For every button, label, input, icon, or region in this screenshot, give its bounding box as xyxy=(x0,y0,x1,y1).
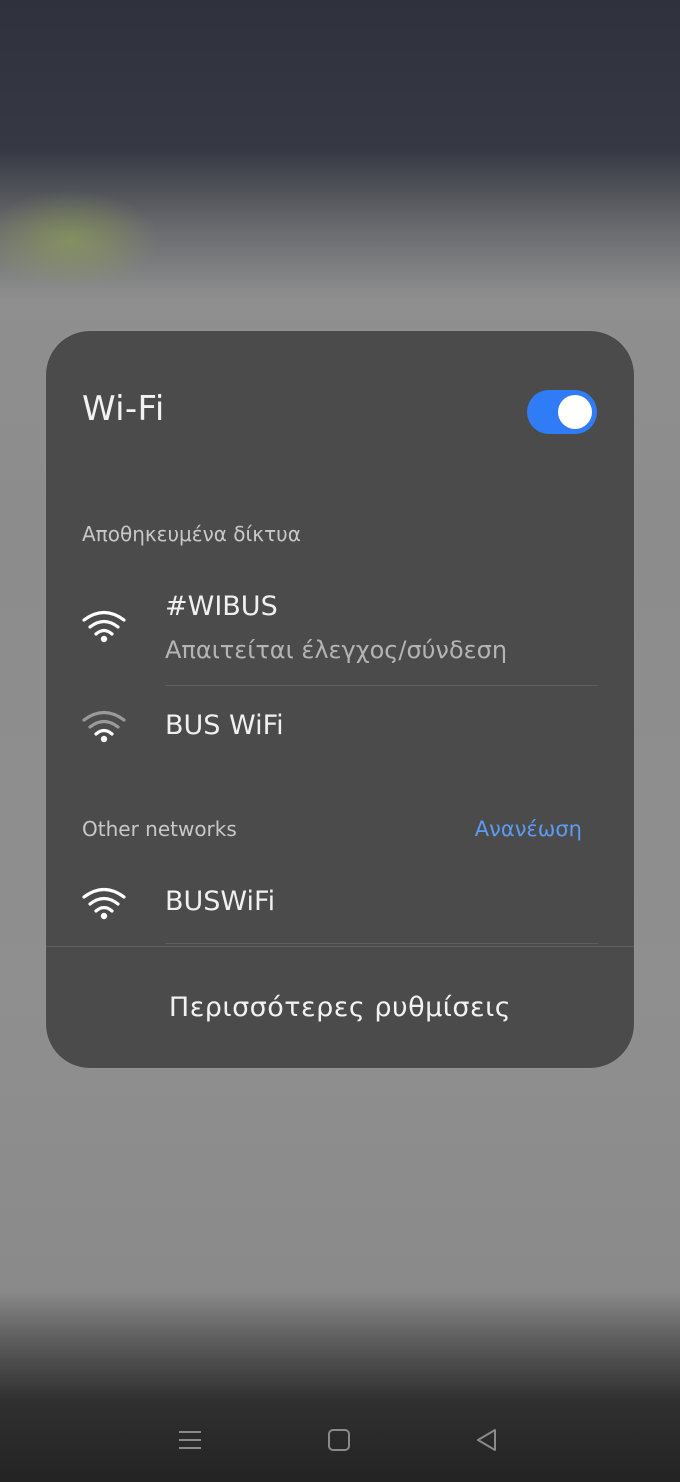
back-triangle-icon[interactable] xyxy=(473,1426,501,1454)
home-square-icon[interactable] xyxy=(325,1426,353,1454)
more-settings-button[interactable]: Περισσότερες ρυθμίσεις xyxy=(46,947,634,1068)
network-status: Απαιτείται έλεγχος/σύνδεση xyxy=(165,636,508,664)
network-name: BUS WiFi xyxy=(165,710,284,741)
wifi-icon xyxy=(82,710,126,743)
divider xyxy=(165,685,598,686)
background-blur xyxy=(0,190,160,290)
network-name: #WIBUS xyxy=(165,591,278,622)
wifi-toggle[interactable] xyxy=(527,390,597,434)
other-networks-label: Other networks xyxy=(82,817,237,841)
wifi-icon xyxy=(82,887,126,920)
divider xyxy=(165,943,598,944)
panel-title: Wi-Fi xyxy=(82,389,165,429)
system-navigation-bar xyxy=(0,1400,680,1482)
wifi-icon xyxy=(82,610,126,643)
wifi-quick-panel: Wi-Fi Αποθηκευμένα δίκτυα #WIBUS Απαιτεί… xyxy=(46,331,634,1068)
menu-icon[interactable] xyxy=(176,1426,204,1454)
saved-networks-label: Αποθηκευμένα δίκτυα xyxy=(82,522,301,546)
toggle-knob xyxy=(558,395,592,429)
refresh-link[interactable]: Ανανέωση xyxy=(475,817,582,841)
network-name: BUSWiFi xyxy=(165,886,276,917)
